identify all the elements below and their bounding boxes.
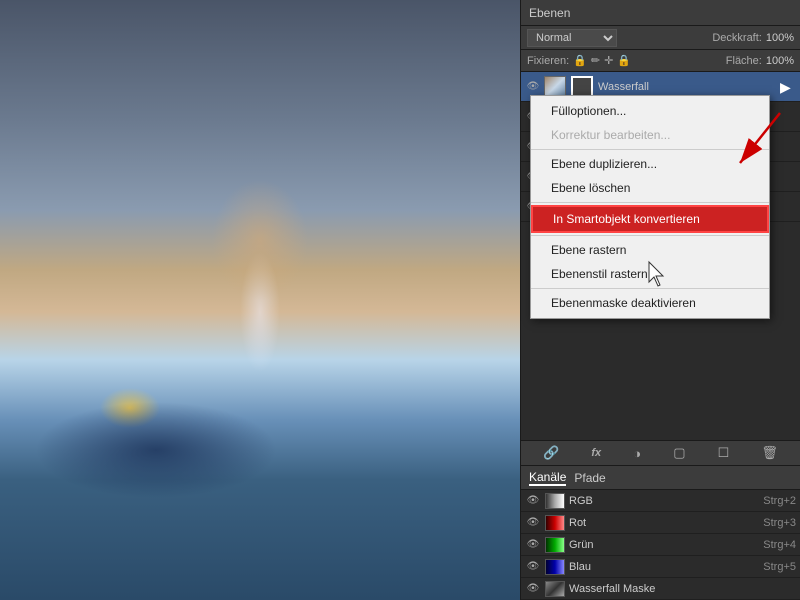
menu-item-ebenenmaske[interactable]: Ebenenmaske deaktivieren (531, 291, 769, 315)
menu-item-fulloption[interactable]: Fülloptionen... (531, 99, 769, 123)
fix-icon-1[interactable]: 🔒 (573, 54, 587, 67)
blend-mode-select[interactable]: Normal (527, 29, 617, 47)
panel-title: Ebenen (529, 6, 570, 20)
channel-name-gruen: Grün (569, 539, 763, 551)
eye-icon-wmaske[interactable]: 👁 (525, 581, 541, 597)
menu-item-korrektur: Korrektur bearbeiten... (531, 123, 769, 147)
channel-name-rgb: RGB (569, 495, 763, 507)
group-icon[interactable]: ▢ (673, 445, 685, 461)
channel-shortcut-blau: Strg+5 (763, 561, 796, 573)
eye-icon-rgb[interactable]: 👁 (525, 493, 541, 509)
tab-kanale[interactable]: Kanäle (529, 470, 566, 486)
menu-item-duplizieren[interactable]: Ebene duplizieren... (531, 152, 769, 176)
menu-separator-4 (531, 288, 769, 289)
channel-gruen[interactable]: 👁 Grün Strg+4 (521, 534, 800, 556)
canvas-area (0, 0, 520, 600)
layer-name-wasserfall: Wasserfall (595, 81, 780, 93)
layer-options-wasserfall[interactable]: ▶ (780, 79, 796, 95)
channel-name-blau: Blau (569, 561, 763, 573)
menu-separator-2 (531, 202, 769, 203)
channel-blau[interactable]: 👁 Blau Strg+5 (521, 556, 800, 578)
channels-list: 👁 RGB Strg+2 👁 Rot Strg+3 👁 Grün Strg+4 … (521, 490, 800, 600)
channel-thumb-gruen (545, 537, 565, 553)
context-menu: Fülloptionen... Korrektur bearbeiten... … (530, 95, 770, 319)
menu-separator-1 (531, 149, 769, 150)
channel-wasserfall-maske[interactable]: 👁 Wasserfall Maske (521, 578, 800, 600)
adjustment-icon[interactable]: ◑ (633, 446, 641, 461)
fix-icon-3[interactable]: ✛ (604, 54, 613, 67)
eye-icon-rot[interactable]: 👁 (525, 515, 541, 531)
fixieren-row: Fixieren: 🔒 ✏ ✛ 🔒 Fläche: 100% (521, 50, 800, 72)
menu-item-ebenenstil-rastern[interactable]: Ebenenstil rastern (531, 262, 769, 286)
opacity-value: 100% (766, 32, 794, 44)
bottom-icons: 🔗 fx ◑ ▢ ☐ 🗑 (521, 440, 800, 466)
channel-name-wmaske: Wasserfall Maske (569, 583, 796, 595)
delete-icon[interactable]: 🗑 (761, 445, 778, 461)
flache-value: 100% (766, 55, 794, 67)
fix-icon-4[interactable]: 🔒 (617, 54, 631, 67)
new-layer-icon[interactable]: ☐ (718, 445, 730, 461)
menu-item-loschen[interactable]: Ebene löschen (531, 176, 769, 200)
channels-header: Kanäle Pfade (521, 466, 800, 490)
canvas-overlay (0, 0, 520, 600)
canvas-image (0, 0, 520, 600)
tab-pfade[interactable]: Pfade (574, 471, 605, 485)
eye-icon-wasserfall[interactable]: 👁 (525, 79, 541, 95)
channel-shortcut-rot: Strg+3 (763, 517, 796, 529)
menu-separator-3 (531, 235, 769, 236)
flache-label: Fläche: (726, 55, 762, 67)
channel-name-rot: Rot (569, 517, 763, 529)
menu-item-ebene-rastern[interactable]: Ebene rastern (531, 238, 769, 262)
opacity-label: Deckkraft: (712, 32, 762, 44)
channel-thumb-rgb (545, 493, 565, 509)
channel-rot[interactable]: 👁 Rot Strg+3 (521, 512, 800, 534)
channel-rgb[interactable]: 👁 RGB Strg+2 (521, 490, 800, 512)
channel-shortcut-rgb: Strg+2 (763, 495, 796, 507)
fx-icon[interactable]: fx (591, 447, 601, 459)
fixieren-label: Fixieren: (527, 55, 569, 67)
channel-thumb-wmaske (545, 581, 565, 597)
menu-item-smartobjekt[interactable]: In Smartobjekt konvertieren (531, 205, 769, 233)
channel-thumb-blau (545, 559, 565, 575)
link-icon[interactable]: 🔗 (543, 445, 559, 461)
panel-header: Ebenen (521, 0, 800, 26)
channel-shortcut-gruen: Strg+4 (763, 539, 796, 551)
eye-icon-blau[interactable]: 👁 (525, 559, 541, 575)
channel-thumb-rot (545, 515, 565, 531)
blend-opacity-row: Normal Deckkraft: 100% (521, 26, 800, 50)
eye-icon-gruen[interactable]: 👁 (525, 537, 541, 553)
fix-icon-2[interactable]: ✏ (591, 54, 600, 67)
